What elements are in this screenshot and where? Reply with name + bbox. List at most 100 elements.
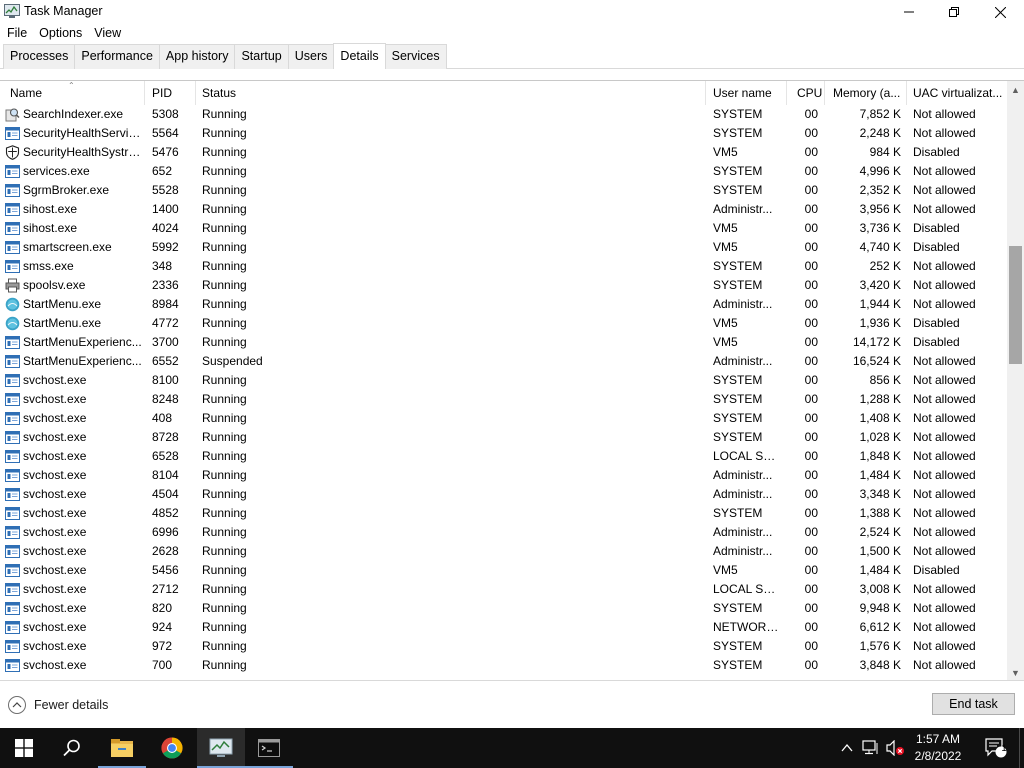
start-button[interactable] (0, 728, 48, 768)
notification-center-button[interactable]: 1 (980, 728, 1010, 768)
table-row[interactable]: svchost.exe 924 Running NETWORK... 00 6,612 K… (0, 618, 1007, 637)
taskbar-task-manager[interactable] (197, 728, 245, 768)
table-row[interactable]: svchost.exe 5456 Running VM5 00 1,484 K Disabl… (0, 561, 1007, 580)
table-row[interactable]: StartMenuExperienc... 6552 Suspended Admini… (0, 352, 1007, 371)
process-pid: 8984 (152, 297, 179, 311)
table-row[interactable]: svchost.exe 700 Running SYSTEM 00 3,848 K Not … (0, 656, 1007, 675)
tab-startup[interactable]: Startup (234, 44, 289, 69)
column-pid[interactable]: PID (146, 81, 196, 105)
table-row[interactable]: svchost.exe 8248 Running SYSTEM 00 1,288 K Not… (0, 390, 1007, 409)
window-app-icon (5, 259, 20, 274)
end-task-button[interactable]: End task (932, 693, 1015, 715)
taskbar-file-explorer[interactable] (98, 728, 146, 768)
process-status: Running (202, 639, 247, 653)
process-pid: 8248 (152, 392, 179, 406)
table-row[interactable]: svchost.exe 408 Running SYSTEM 00 1,408 K Not … (0, 409, 1007, 428)
table-row[interactable]: svchost.exe 4852 Running SYSTEM 00 1,388 K Not… (0, 504, 1007, 523)
show-hidden-icons-button[interactable] (838, 728, 856, 768)
process-cpu: 00 (804, 297, 818, 311)
taskbar-clock[interactable]: 1:57 AM 2/8/2022 (906, 731, 970, 765)
table-row[interactable]: smartscreen.exe 5992 Running VM5 00 4,740 K Di… (0, 238, 1007, 257)
process-name: sihost.exe (23, 202, 78, 216)
search-button[interactable] (48, 728, 96, 768)
process-name: sihost.exe (23, 221, 78, 235)
column-status[interactable]: Status (196, 81, 706, 105)
taskbar-command-prompt[interactable] (245, 728, 293, 768)
table-row[interactable]: svchost.exe 8104 Running Administr... 00 1,48… (0, 466, 1007, 485)
process-pid: 820 (152, 601, 173, 615)
scroll-down-icon[interactable]: ▼ (1007, 664, 1024, 680)
process-name: svchost.exe (23, 563, 87, 577)
process-uac-virtualization: Not allowed (913, 259, 976, 273)
chrome-icon (161, 737, 183, 759)
process-uac-virtualization: Disabled (913, 145, 960, 159)
table-row[interactable]: svchost.exe 820 Running SYSTEM 00 9,948 K Not … (0, 599, 1007, 618)
table-row[interactable]: svchost.exe 8100 Running SYSTEM 00 856 K Not a… (0, 371, 1007, 390)
column-uac-virtualization[interactable]: UAC virtualizat... (907, 81, 1007, 105)
process-status: Running (202, 449, 247, 463)
process-name: StartMenuExperienc... (23, 335, 142, 349)
tab-performance[interactable]: Performance (74, 44, 160, 69)
table-row[interactable]: svchost.exe 8728 Running SYSTEM 00 1,028 K Not… (0, 428, 1007, 447)
table-row[interactable]: sihost.exe 4024 Running VM5 00 3,736 K Disable… (0, 219, 1007, 238)
menu-view[interactable]: View (87, 24, 126, 44)
tab-details[interactable]: Details (333, 43, 386, 69)
column-user-name[interactable]: User name (707, 81, 787, 105)
close-button[interactable] (977, 0, 1023, 24)
tab-users[interactable]: Users (287, 44, 335, 69)
vertical-scrollbar[interactable]: ▲ ▼ (1007, 81, 1024, 680)
task-manager-icon (4, 4, 20, 18)
process-user-name: LOCAL SE... (713, 582, 781, 596)
volume-button[interactable] (884, 728, 906, 768)
process-user-name: NETWORK... (713, 620, 781, 634)
window-app-icon (5, 487, 20, 502)
process-memory: 3,736 K (859, 221, 901, 235)
table-row[interactable]: services.exe 652 Running SYSTEM 00 4,996 K Not… (0, 162, 1007, 181)
table-row[interactable]: SecurityHealthServic... 5564 Running SYSTEM… (0, 124, 1007, 143)
table-row[interactable]: spoolsv.exe 2336 Running SYSTEM 00 3,420 K Not… (0, 276, 1007, 295)
table-row[interactable]: svchost.exe 6996 Running Administr... 00 2,52… (0, 523, 1007, 542)
table-row[interactable]: StartMenu.exe 4772 Running VM5 00 1,936 K Disa… (0, 314, 1007, 333)
process-memory: 1,484 K (859, 468, 901, 482)
restore-button[interactable] (931, 0, 977, 24)
process-memory: 3,348 K (859, 487, 901, 501)
scroll-up-icon[interactable]: ▲ (1007, 81, 1024, 98)
table-row[interactable]: svchost.exe 4504 Running Administr... 00 3,34… (0, 485, 1007, 504)
fewer-details-button[interactable]: Fewer details (8, 695, 108, 715)
tab-services[interactable]: Services (384, 44, 447, 69)
show-desktop-button[interactable] (1019, 728, 1024, 768)
table-row[interactable]: svchost.exe 972 Running SYSTEM 00 1,576 K Not … (0, 637, 1007, 656)
table-row[interactable]: SgrmBroker.exe 5528 Running SYSTEM 00 2,352 K… (0, 181, 1007, 200)
window-app-icon (5, 506, 20, 521)
process-name: smartscreen.exe (23, 240, 112, 254)
tab-app-history[interactable]: App history (158, 44, 236, 69)
table-row[interactable]: smss.exe 348 Running SYSTEM 00 252 K Not allow… (0, 257, 1007, 276)
window-app-icon (5, 468, 20, 483)
column-header-row: Name ⌃ PID Status User name CPU Memory (… (0, 81, 1007, 105)
menu-options[interactable]: Options (32, 24, 87, 44)
column-cpu[interactable]: CPU (787, 81, 825, 105)
menu-file[interactable]: File (0, 24, 32, 44)
taskbar-chrome[interactable] (148, 728, 196, 768)
table-row[interactable]: svchost.exe 6528 Running LOCAL SE... 00 1,848… (0, 447, 1007, 466)
minimize-button[interactable] (886, 0, 932, 24)
process-user-name: VM5 (713, 240, 738, 254)
table-row[interactable]: SearchIndexer.exe 5308 Running SYSTEM 00 7,85… (0, 105, 1007, 124)
network-button[interactable] (860, 728, 882, 768)
process-pid: 5564 (152, 126, 179, 140)
table-row[interactable]: svchost.exe 2628 Running Administr... 00 1,50… (0, 542, 1007, 561)
table-row[interactable]: svchost.exe 2712 Running LOCAL SE... 00 3,008… (0, 580, 1007, 599)
process-status: Running (202, 335, 247, 349)
tab-strip: Processes Performance App history Startu… (0, 43, 1024, 69)
table-row[interactable]: StartMenu.exe 8984 Running Administr... 00 1,… (0, 295, 1007, 314)
column-memory[interactable]: Memory (a... (825, 81, 907, 105)
table-row[interactable]: sihost.exe 1400 Running Administr... 00 3,956… (0, 200, 1007, 219)
menu-bar: File Options View (0, 24, 1024, 44)
table-row[interactable]: StartMenuExperienc... 3700 Running VM5 00 14,… (0, 333, 1007, 352)
process-name: StartMenuExperienc... (23, 354, 142, 368)
scroll-thumb[interactable] (1009, 246, 1022, 364)
process-name: svchost.exe (23, 601, 87, 615)
process-name: StartMenu.exe (23, 297, 102, 311)
table-row[interactable]: SecurityHealthSystra... 5476 Running VM5 00 9… (0, 143, 1007, 162)
tab-processes[interactable]: Processes (3, 44, 76, 69)
